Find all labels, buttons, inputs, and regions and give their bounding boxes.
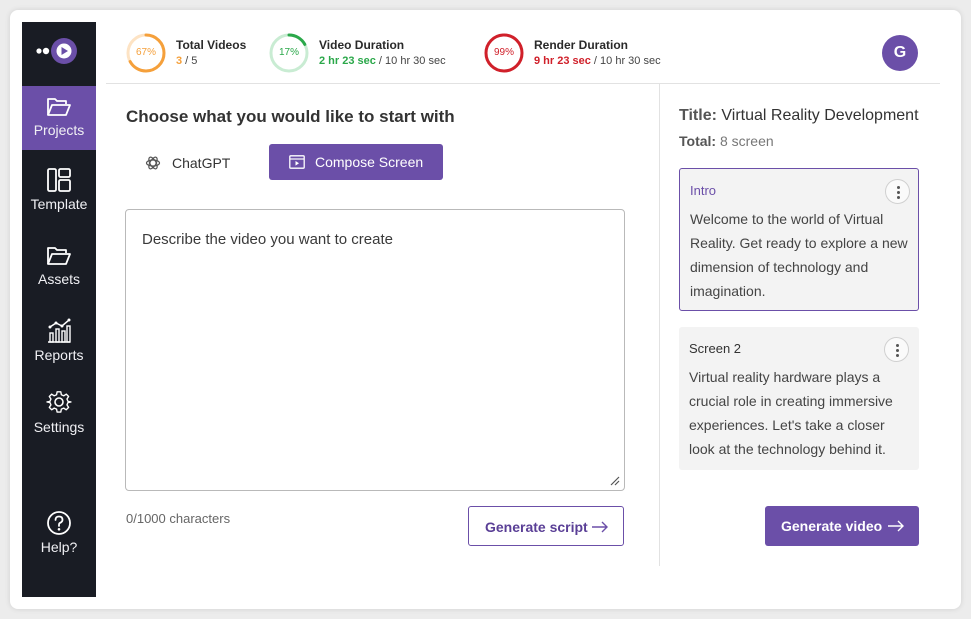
- screen-text: Virtual reality hardware plays a crucial…: [689, 369, 893, 457]
- screen-card-2[interactable]: Screen 2 Virtual reality hardware plays …: [679, 327, 919, 470]
- sidebar-item-projects[interactable]: Projects: [22, 86, 96, 150]
- user-avatar[interactable]: G: [882, 35, 918, 71]
- project-total-label: Total:: [679, 133, 717, 149]
- sidebar-item-label: Projects: [33, 122, 85, 138]
- stat-total: 10 hr 30 sec: [600, 55, 661, 67]
- sidebar-item-template[interactable]: Template: [22, 167, 96, 231]
- help-icon: [47, 511, 71, 535]
- sidebar-item-label: Reports: [34, 347, 84, 363]
- gear-icon: [46, 391, 72, 413]
- stat-value: 9 hr 23 sec / 10 hr 30 sec: [534, 55, 661, 67]
- sidebar-item-label: Assets: [37, 271, 80, 287]
- screen-card-intro[interactable]: Intro Welcome to the world of Virtual Re…: [679, 168, 919, 311]
- stat-total: 5: [191, 55, 198, 67]
- header-divider: [106, 83, 940, 84]
- project-title-label: Title:: [679, 107, 717, 124]
- stat-value: 3 / 5: [176, 55, 197, 67]
- arrow-right-icon: [888, 520, 904, 532]
- stat-value: 2 hr 23 sec / 10 hr 30 sec: [319, 55, 446, 67]
- folder-icon: [47, 247, 71, 265]
- screen-text: Welcome to the world of Virtual Reality.…: [690, 211, 908, 299]
- screen-name: Screen 2: [689, 341, 742, 356]
- stat-used: 2 hr 23 sec: [319, 55, 376, 67]
- folder-open-icon: [47, 98, 71, 116]
- app-window: Projects Template Assets Reports Setting…: [10, 10, 961, 609]
- stat-title: Total Videos: [176, 38, 247, 52]
- sidebar-item-help[interactable]: Help?: [22, 510, 96, 574]
- video-description-input[interactable]: [125, 209, 625, 491]
- chart-icon: [48, 318, 71, 343]
- character-count: 0/1000 characters: [126, 511, 231, 526]
- stat-title: Video Duration: [319, 38, 405, 52]
- sidebar: Projects Template Assets Reports Setting…: [22, 22, 96, 597]
- chatgpt-icon: [145, 156, 161, 170]
- compose-screen-button[interactable]: Compose Screen: [269, 144, 443, 180]
- stat-used: 9 hr 23 sec: [534, 55, 591, 67]
- generate-script-button[interactable]: Generate script: [468, 506, 624, 546]
- screen-name: Intro: [690, 183, 717, 198]
- page-title: Choose what you would like to start with: [126, 107, 455, 126]
- resize-handle-icon[interactable]: [608, 474, 620, 486]
- screen-compose-icon: [289, 155, 305, 169]
- sidebar-item-reports[interactable]: Reports: [22, 318, 96, 382]
- screen-menu-button[interactable]: [884, 337, 909, 362]
- project-total: Total: 8 screen: [679, 133, 774, 149]
- template-layout-icon: [47, 168, 71, 192]
- sidebar-item-settings[interactable]: Settings: [22, 390, 96, 454]
- app-logo[interactable]: [22, 34, 96, 68]
- sidebar-item-label: Template: [30, 196, 88, 212]
- chatgpt-mode-label: ChatGPT: [172, 155, 231, 171]
- progress-percent: 67%: [135, 47, 156, 58]
- sidebar-item-label: Settings: [33, 419, 85, 435]
- panel-divider: [659, 84, 660, 566]
- project-total-value: 8 screen: [719, 133, 774, 149]
- stat-separator: /: [375, 55, 386, 67]
- stat-total: 10 hr 30 sec: [385, 55, 446, 67]
- chatgpt-mode-button[interactable]: ChatGPT: [140, 145, 230, 181]
- project-title-value: Virtual Reality Development: [721, 107, 919, 124]
- progress-percent: 17%: [278, 47, 299, 58]
- compose-screen-label: Compose Screen: [315, 154, 424, 170]
- generate-video-label: Generate video: [781, 518, 883, 534]
- stat-separator: /: [182, 55, 192, 67]
- arrow-right-icon: [592, 521, 608, 533]
- sidebar-item-label: Help?: [40, 539, 78, 555]
- generate-video-button[interactable]: Generate video: [765, 506, 919, 546]
- stat-separator: /: [590, 55, 601, 67]
- generate-script-label: Generate script: [485, 519, 588, 535]
- stat-title: Render Duration: [534, 38, 629, 52]
- sidebar-item-assets[interactable]: Assets: [22, 244, 96, 308]
- progress-percent: 99%: [493, 47, 514, 58]
- project-title: Title: Virtual Reality Development: [679, 107, 919, 125]
- screen-menu-button[interactable]: [885, 179, 910, 204]
